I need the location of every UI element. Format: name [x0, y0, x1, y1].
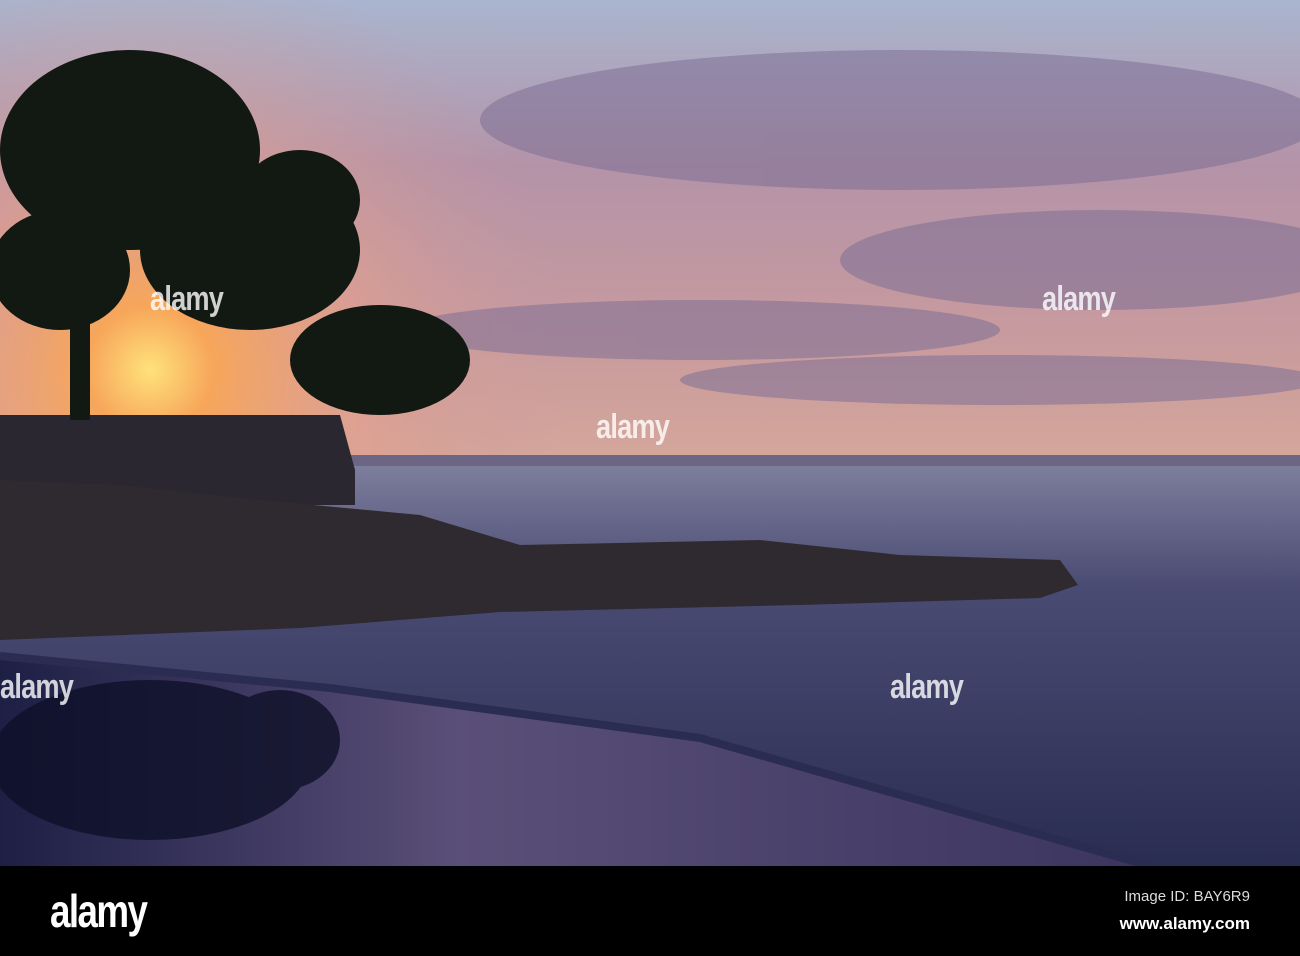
image-id: Image ID: BAY6R9: [1124, 888, 1250, 905]
website-link: www.alamy.com: [1119, 914, 1250, 933]
watermark: alamy: [890, 668, 964, 706]
footer-bar: alamy Image ID: BAY6R9 www.alamy.com: [0, 866, 1300, 956]
alamy-logo: alamy: [50, 885, 148, 937]
watermark: alamy: [596, 408, 670, 446]
watermark: alamy: [150, 280, 224, 318]
watermark: alamy: [1042, 280, 1116, 318]
watermark: alamy: [0, 668, 74, 706]
stock-photo: alamy alamy alamy alamy alamy alamy Imag…: [0, 0, 1300, 956]
